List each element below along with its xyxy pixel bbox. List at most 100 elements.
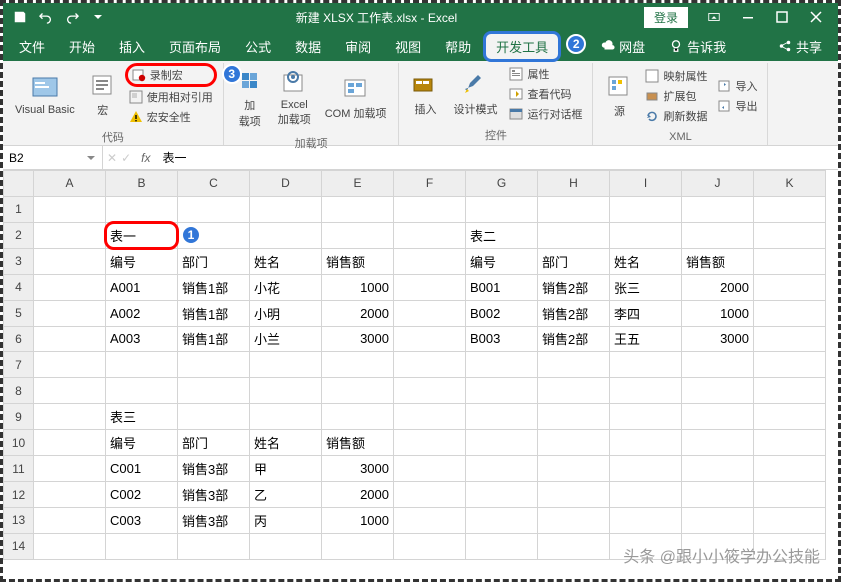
col-header[interactable]: E	[322, 171, 394, 197]
row-header[interactable]: 1	[4, 196, 34, 222]
cell[interactable]: C001	[106, 456, 178, 482]
expansion-pack-button[interactable]: 扩展包	[641, 86, 711, 106]
macros-button[interactable]: 宏	[83, 68, 123, 122]
tab-data[interactable]: 数据	[283, 31, 333, 62]
cell[interactable]: 销售额	[322, 430, 394, 456]
maximize-button[interactable]	[766, 6, 798, 28]
close-button[interactable]	[800, 6, 832, 28]
refresh-data-button[interactable]: 刷新数据	[641, 106, 711, 126]
row-header[interactable]: 4	[4, 274, 34, 300]
row-header[interactable]: 5	[4, 300, 34, 326]
select-all-corner[interactable]	[4, 171, 34, 197]
tab-help[interactable]: 帮助	[433, 31, 483, 62]
tab-netdisk[interactable]: 网盘	[589, 31, 657, 62]
cell[interactable]: 销售额	[322, 248, 394, 274]
cell[interactable]: 表三	[106, 404, 178, 430]
cell[interactable]: 张三	[610, 274, 682, 300]
excel-addins-button[interactable]: Excel 加载项	[272, 65, 317, 131]
cell[interactable]: 小明	[250, 300, 322, 326]
view-code-button[interactable]: 查看代码	[505, 84, 586, 104]
cell[interactable]: 部门	[538, 248, 610, 274]
row-header[interactable]: 3	[4, 248, 34, 274]
cell[interactable]: 乙	[250, 482, 322, 508]
cell[interactable]: B001	[466, 274, 538, 300]
visual-basic-button[interactable]: Visual Basic	[9, 70, 81, 120]
properties-button[interactable]: 属性	[505, 64, 586, 84]
cell[interactable]: 2000	[322, 300, 394, 326]
name-box[interactable]: B2	[3, 146, 103, 169]
share-button[interactable]: 共享	[766, 31, 834, 62]
redo-button[interactable]	[61, 6, 83, 28]
cell[interactable]: B002	[466, 300, 538, 326]
worksheet-grid[interactable]: A B C D E F G H I J K 1 2 表一 1 表二 3 编号部门…	[3, 170, 838, 560]
ribbon-options-button[interactable]	[698, 6, 730, 28]
cell[interactable]: 销售3部	[178, 456, 250, 482]
cell[interactable]: 3000	[682, 326, 754, 352]
col-header[interactable]: F	[394, 171, 466, 197]
cell[interactable]: 部门	[178, 248, 250, 274]
cell[interactable]: 小花	[250, 274, 322, 300]
record-macro-button[interactable]: 录制宏 3	[125, 63, 217, 87]
tab-insert[interactable]: 插入	[107, 31, 157, 62]
cancel-formula-icon[interactable]: ✕	[107, 151, 117, 165]
row-header[interactable]: 8	[4, 378, 34, 404]
col-header[interactable]: A	[34, 171, 106, 197]
cell[interactable]: 编号	[466, 248, 538, 274]
cell[interactable]: 销售2部	[538, 274, 610, 300]
map-properties-button[interactable]: 映射属性	[641, 66, 711, 86]
row-header[interactable]: 13	[4, 507, 34, 533]
cell[interactable]: 1000	[322, 274, 394, 300]
row-header[interactable]: 7	[4, 352, 34, 378]
cell[interactable]: 销售2部	[538, 326, 610, 352]
save-button[interactable]	[9, 6, 31, 28]
cell[interactable]: 2000	[322, 482, 394, 508]
cell[interactable]: 部门	[178, 430, 250, 456]
tab-review[interactable]: 审阅	[333, 31, 383, 62]
cell[interactable]: A003	[106, 326, 178, 352]
run-dialog-button[interactable]: 运行对话框	[505, 104, 586, 124]
tellme-button[interactable]: 告诉我	[657, 31, 738, 62]
cell-B2-selected[interactable]: 表一 1	[106, 222, 178, 248]
insert-control-button[interactable]: 插入	[405, 67, 445, 121]
com-addins-button[interactable]: COM 加载项	[319, 71, 393, 125]
tab-developer[interactable]: 开发工具 2	[483, 31, 561, 62]
macro-security-button[interactable]: 宏安全性	[125, 107, 217, 127]
tab-home[interactable]: 开始	[57, 31, 107, 62]
import-button[interactable]: 导入	[713, 76, 761, 96]
row-header[interactable]: 12	[4, 482, 34, 508]
cell[interactable]: 编号	[106, 430, 178, 456]
cell[interactable]: 1000	[322, 507, 394, 533]
minimize-button[interactable]	[732, 6, 764, 28]
undo-button[interactable]	[35, 6, 57, 28]
col-header[interactable]: B	[106, 171, 178, 197]
row-header[interactable]: 10	[4, 430, 34, 456]
login-button[interactable]: 登录	[644, 7, 688, 28]
cell[interactable]: 销售2部	[538, 300, 610, 326]
cell[interactable]: 1000	[682, 300, 754, 326]
cell[interactable]: 姓名	[250, 430, 322, 456]
cell[interactable]: A001	[106, 274, 178, 300]
design-mode-button[interactable]: 设计模式	[447, 67, 503, 121]
cell[interactable]: 销售3部	[178, 482, 250, 508]
cell[interactable]: 小兰	[250, 326, 322, 352]
cell[interactable]: B003	[466, 326, 538, 352]
tab-view[interactable]: 视图	[383, 31, 433, 62]
col-header[interactable]: D	[250, 171, 322, 197]
cell[interactable]: 王五	[610, 326, 682, 352]
cell[interactable]: 李四	[610, 300, 682, 326]
row-header[interactable]: 14	[4, 533, 34, 559]
cell[interactable]: 3000	[322, 326, 394, 352]
row-header[interactable]: 11	[4, 456, 34, 482]
col-header[interactable]: H	[538, 171, 610, 197]
row-header[interactable]: 6	[4, 326, 34, 352]
cell[interactable]: A002	[106, 300, 178, 326]
cell[interactable]: 丙	[250, 507, 322, 533]
accept-formula-icon[interactable]: ✓	[121, 151, 131, 165]
col-header[interactable]: K	[754, 171, 826, 197]
cell[interactable]: 编号	[106, 248, 178, 274]
cell[interactable]: 姓名	[610, 248, 682, 274]
cell[interactable]: 2000	[682, 274, 754, 300]
cell[interactable]: 销售1部	[178, 274, 250, 300]
cell[interactable]: 姓名	[250, 248, 322, 274]
export-button[interactable]: 导出	[713, 96, 761, 116]
